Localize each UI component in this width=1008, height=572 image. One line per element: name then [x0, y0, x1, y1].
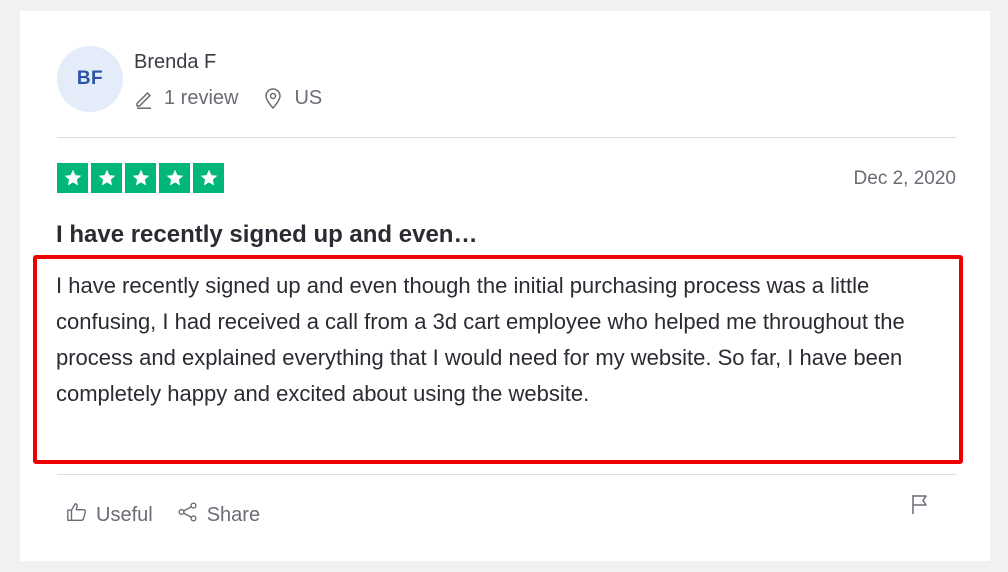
- review-date: Dec 2, 2020: [853, 168, 956, 189]
- reviewer-location: US: [264, 87, 322, 110]
- star-rating: [57, 163, 224, 193]
- review-title[interactable]: I have recently signed up and even…: [56, 221, 477, 249]
- review-body: I have recently signed up and even thoug…: [56, 273, 905, 406]
- useful-label: Useful: [96, 503, 153, 526]
- avatar-initials: BF: [76, 68, 104, 89]
- star-icon: [125, 163, 156, 193]
- divider: [57, 137, 956, 138]
- useful-button[interactable]: Useful: [66, 501, 153, 529]
- star-icon: [57, 163, 88, 193]
- flag-button[interactable]: [910, 493, 930, 520]
- country: US: [294, 87, 323, 109]
- reviewer-name[interactable]: Brenda F: [134, 51, 216, 74]
- review-actions: Useful Share: [66, 501, 260, 529]
- star-icon: [159, 163, 190, 193]
- share-label: Share: [206, 503, 261, 526]
- pen-icon: [134, 89, 154, 109]
- divider: [57, 474, 956, 475]
- star-icon: [91, 163, 122, 193]
- thumbs-up-icon: [66, 501, 88, 529]
- share-button[interactable]: Share: [177, 501, 260, 529]
- location-pin-icon: [264, 88, 282, 109]
- review-card: BF Brenda F 1 review US Dec 2, 2020 I ha…: [20, 11, 990, 561]
- share-icon: [177, 501, 199, 529]
- avatar[interactable]: BF: [57, 46, 123, 112]
- review-count: 1 review: [164, 87, 239, 109]
- reviewer-meta: 1 review US: [134, 87, 322, 110]
- star-icon: [193, 163, 224, 193]
- flag-icon: [910, 495, 930, 519]
